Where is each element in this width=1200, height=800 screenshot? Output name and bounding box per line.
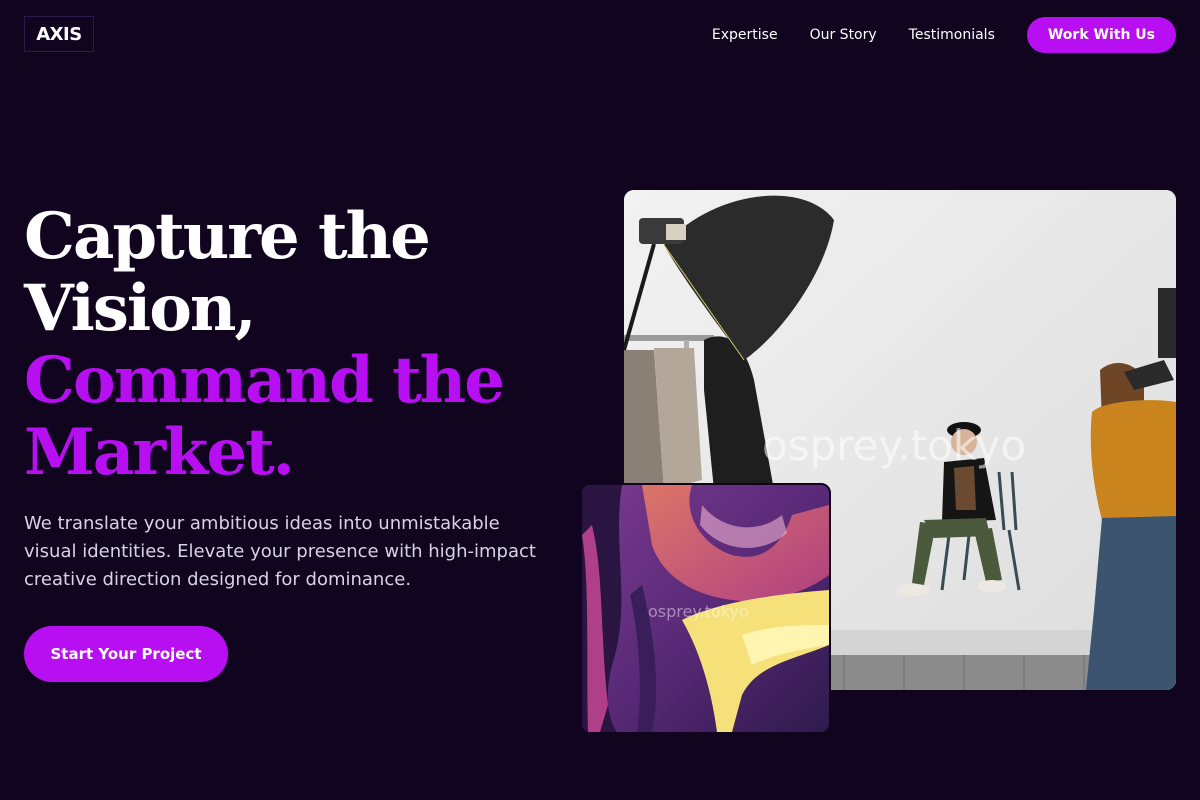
- abstract-art-image: osprey.tokyo: [580, 483, 831, 734]
- abstract-art-illustration: osprey.tokyo: [582, 485, 829, 732]
- hero-subtext: We translate your ambitious ideas into u…: [24, 513, 536, 590]
- headline-line-3: Command the: [24, 343, 505, 418]
- nav-link-expertise[interactable]: Expertise: [712, 27, 778, 43]
- nav-link-our-story[interactable]: Our Story: [810, 27, 877, 43]
- work-with-us-button[interactable]: Work With Us: [1026, 17, 1176, 53]
- studio-photo-watermark: osprey.tokyo: [762, 421, 1026, 470]
- start-project-button[interactable]: Start Your Project: [24, 626, 228, 682]
- headline-line-4: Market.: [24, 415, 295, 490]
- logo[interactable]: AXIS: [24, 16, 94, 52]
- abstract-art-watermark: osprey.tokyo: [648, 602, 749, 621]
- hero-headline: Capture the Vision, Command the Market.: [24, 199, 505, 490]
- main-nav: Expertise Our Story Testimonials Work Wi…: [712, 17, 1176, 53]
- headline-line-1: Capture the: [24, 199, 431, 274]
- headline-line-2: Vision,: [24, 271, 257, 346]
- nav-link-testimonials[interactable]: Testimonials: [909, 27, 995, 43]
